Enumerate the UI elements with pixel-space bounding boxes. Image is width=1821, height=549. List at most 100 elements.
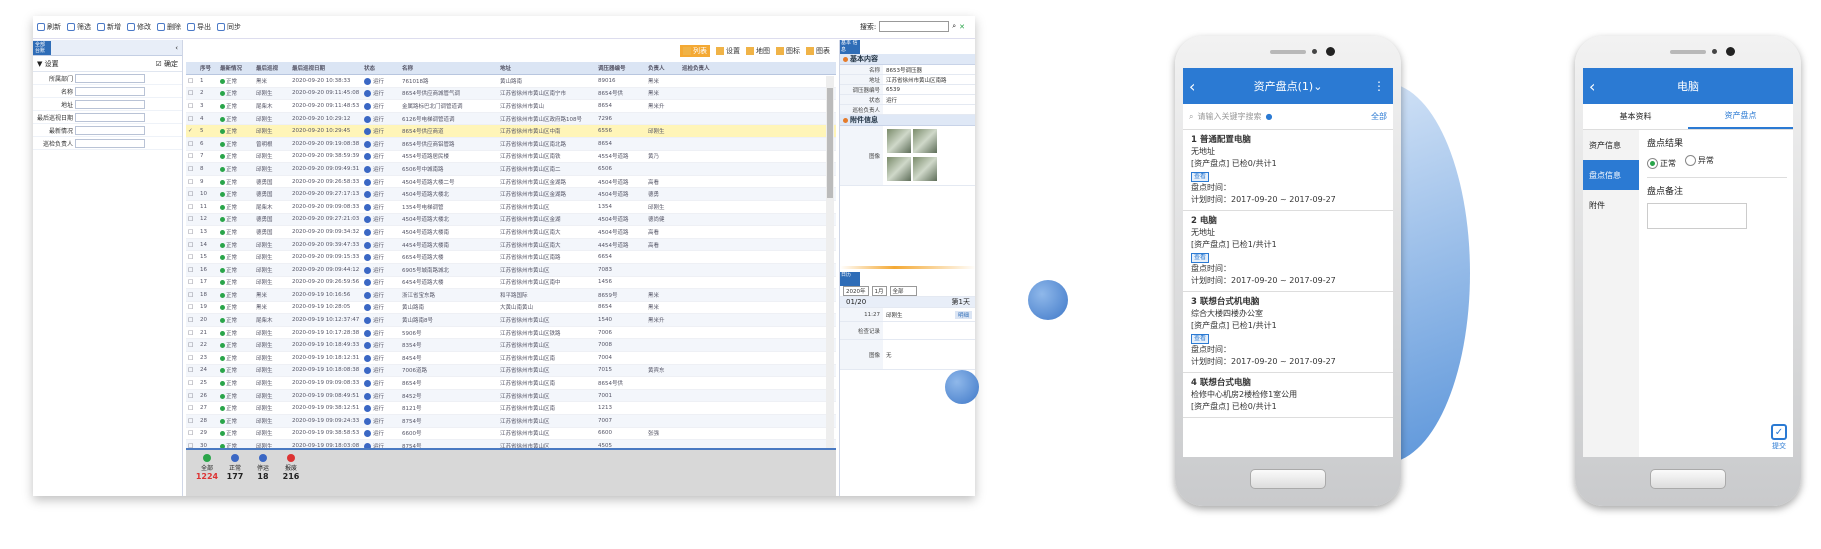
- column-header[interactable]: 序号: [198, 64, 218, 72]
- sync-button[interactable]: 同步: [217, 22, 241, 32]
- search-bar[interactable]: ⌕ 请输入关键字搜索 ● 全部: [1183, 104, 1393, 130]
- row-checkbox[interactable]: □: [186, 330, 198, 336]
- back-icon[interactable]: ‹: [1589, 77, 1595, 96]
- column-header[interactable]: 巡检负责人: [680, 64, 730, 72]
- row-checkbox[interactable]: □: [186, 179, 198, 185]
- row-checkbox[interactable]: □: [186, 116, 198, 122]
- submit-button[interactable]: ✓ 提交: [1771, 424, 1787, 451]
- row-checkbox[interactable]: □: [186, 153, 198, 159]
- delete-button[interactable]: 删除: [157, 22, 181, 32]
- view-chart-button[interactable]: 图表: [806, 46, 830, 56]
- radio-abnormal[interactable]: 异常: [1684, 155, 1714, 166]
- row-checkbox[interactable]: □: [186, 242, 198, 248]
- filter-input[interactable]: [75, 86, 145, 96]
- table-row[interactable]: □ 24 正常 邱刚生 2020-09-19 10:18:08:38 运行 7006道路 江苏…: [186, 364, 836, 378]
- table-row[interactable]: □ 13 正常 德勇国 2020-09-20 09:09:34:32 运行 4504号道路大…: [186, 226, 836, 239]
- view-list-button[interactable]: 列表: [680, 45, 710, 57]
- view-map-button[interactable]: 地图: [746, 46, 770, 56]
- view-badge[interactable]: 查看: [1191, 334, 1210, 344]
- table-row[interactable]: □ 29 正常 邱刚生 2020-09-19 09:38:58:53 运行 6600号 江苏省…: [186, 428, 836, 441]
- row-checkbox[interactable]: ✓: [186, 128, 198, 134]
- row-checkbox[interactable]: □: [186, 418, 198, 424]
- table-row[interactable]: □ 25 正常 邱刚生 2020-09-19 09:09:08:33 运行 8654号 江苏省…: [186, 377, 836, 390]
- filter-input[interactable]: [75, 99, 145, 109]
- asset-photo[interactable]: [887, 156, 911, 181]
- refresh-button[interactable]: 刷新: [37, 22, 61, 32]
- column-header[interactable]: 最新情况: [218, 64, 254, 72]
- filter-input[interactable]: [75, 73, 145, 83]
- grid-scrollbar[interactable]: [826, 76, 834, 448]
- row-checkbox[interactable]: □: [186, 304, 198, 310]
- home-button[interactable]: [1250, 469, 1326, 489]
- year-select[interactable]: 2020年: [843, 286, 869, 296]
- table-row[interactable]: □ 2 正常 邱刚生 2020-09-20 09:11:45:08 运行 8654号供应商城…: [186, 87, 836, 101]
- remark-input[interactable]: [1647, 203, 1747, 229]
- detail-link[interactable]: 明细: [954, 310, 972, 319]
- table-row[interactable]: ✓ 5 正常 邱刚生 2020-09-20 10:29:45 运行 8654号供应商道 江苏省…: [186, 125, 836, 138]
- table-row[interactable]: □ 10 正常 德勇国 2020-09-20 09:27:17:13 运行 4504号道路大…: [186, 188, 836, 201]
- search-input[interactable]: 请输入关键字搜索: [1197, 111, 1261, 122]
- side-item-inventory[interactable]: 盘点信息: [1583, 160, 1639, 190]
- list-item[interactable]: 1 普通配置电脑 无地址 [资产盘点] 已检0/共计1 查看 盘点时间： 计划时间：201…: [1183, 130, 1393, 211]
- row-checkbox[interactable]: □: [186, 254, 198, 260]
- calendar-filter-select[interactable]: 全部: [889, 286, 917, 296]
- row-checkbox[interactable]: □: [186, 216, 198, 222]
- row-checkbox[interactable]: □: [186, 367, 198, 373]
- table-row[interactable]: □ 19 正常 黑米 2020-09-19 10:28:05 运行 黄山路南 大黄山南黄山 86…: [186, 302, 836, 315]
- filter-input[interactable]: [75, 125, 145, 135]
- row-checkbox[interactable]: □: [186, 430, 198, 436]
- column-header[interactable]: 最后巡视: [254, 64, 290, 72]
- more-icon[interactable]: ⋮: [1373, 79, 1385, 93]
- view-badge[interactable]: 查看: [1191, 172, 1210, 182]
- row-checkbox[interactable]: □: [186, 405, 198, 411]
- table-row[interactable]: □ 17 正常 邱刚生 2020-09-20 09:26:59:56 运行 6454号道路大…: [186, 277, 836, 290]
- column-header[interactable]: 名称: [400, 64, 498, 72]
- table-row[interactable]: □ 18 正常 黑米 2020-09-19 10:16:56 运行 浙江省宝东路 和平路国际 8…: [186, 289, 836, 302]
- table-row[interactable]: □ 6 正常 曾明根 2020-09-20 09:19:08:38 运行 8654号供应商铝…: [186, 137, 836, 151]
- footer-counter[interactable]: 报废 216: [278, 454, 304, 481]
- search-input[interactable]: [879, 21, 950, 32]
- radio-normal[interactable]: 正常: [1647, 158, 1676, 169]
- row-checkbox[interactable]: □: [186, 90, 198, 96]
- row-checkbox[interactable]: □: [186, 393, 198, 399]
- view-icon-button[interactable]: 图标: [776, 46, 800, 56]
- table-row[interactable]: □ 7 正常 邱刚生 2020-09-20 09:38:59:39 运行 4554号道路居民…: [186, 151, 836, 164]
- mic-icon[interactable]: ●: [1265, 112, 1272, 121]
- close-icon[interactable]: ✕: [959, 23, 965, 31]
- table-row[interactable]: □ 1 正常 黑米 2020-09-20 10:38:33 运行 761018路 黄山路南 89…: [186, 75, 836, 88]
- row-checkbox[interactable]: □: [186, 166, 198, 172]
- table-row[interactable]: □ 22 正常 邱刚生 2020-09-19 10:18:49:33 运行 8354号 江苏省…: [186, 339, 836, 353]
- tab-basic[interactable]: 基本资料: [1583, 104, 1688, 129]
- row-checkbox[interactable]: □: [186, 229, 198, 235]
- column-header[interactable]: 地址: [498, 64, 596, 72]
- row-checkbox[interactable]: □: [186, 355, 198, 361]
- footer-counter[interactable]: 停运 18: [250, 454, 276, 481]
- row-checkbox[interactable]: □: [186, 342, 198, 348]
- chevron-down-icon[interactable]: ⌄: [1313, 80, 1322, 93]
- row-checkbox[interactable]: □: [186, 204, 198, 210]
- column-header[interactable]: 调压器编号: [596, 64, 646, 72]
- tab-inventory[interactable]: 资产盘点: [1688, 104, 1793, 129]
- table-row[interactable]: □ 26 正常 邱刚生 2020-09-19 09:08:49:51 运行 8452号 江苏省…: [186, 389, 836, 403]
- export-button[interactable]: 导出: [187, 22, 211, 32]
- table-row[interactable]: □ 20 正常 尾柴木 2020-09-19 10:12:37:47 运行 黄山路南8号 江苏…: [186, 314, 836, 327]
- table-row[interactable]: □ 28 正常 邱刚生 2020-09-19 09:09:24:33 运行 8754号 江苏省…: [186, 415, 836, 428]
- row-checkbox[interactable]: □: [186, 292, 198, 298]
- scroll-thumb[interactable]: [827, 88, 833, 198]
- table-row[interactable]: □ 15 正常 邱刚生 2020-09-20 09:09:15:33 运行 6654号道路大…: [186, 251, 836, 264]
- footer-counter[interactable]: 全部 1224: [194, 454, 220, 481]
- list-item[interactable]: 2 电脑 无地址 [资产盘点] 已检1/共计1 查看 盘点时间： 计划时间：2017-09…: [1183, 211, 1393, 292]
- search-icon[interactable]: ⌕: [952, 22, 956, 31]
- table-row[interactable]: □ 23 正常 邱刚生 2020-09-19 10:18:12:31 运行 8454号 江苏省…: [186, 352, 836, 365]
- asset-photo[interactable]: [913, 156, 937, 181]
- collapse-icon[interactable]: ‹: [175, 44, 182, 52]
- back-icon[interactable]: ‹: [1189, 77, 1195, 96]
- asset-photo[interactable]: [887, 128, 911, 153]
- asset-photo[interactable]: [913, 128, 937, 153]
- table-row[interactable]: □ 9 正常 德勇国 2020-09-20 09:26:58:33 运行 4504号道路大楼…: [186, 176, 836, 189]
- view-badge[interactable]: 查看: [1191, 253, 1210, 263]
- settings-label[interactable]: ▼ 设置: [37, 59, 59, 68]
- filter-input[interactable]: [75, 112, 145, 122]
- row-checkbox[interactable]: □: [186, 78, 198, 84]
- edit-button[interactable]: 修改: [127, 22, 151, 32]
